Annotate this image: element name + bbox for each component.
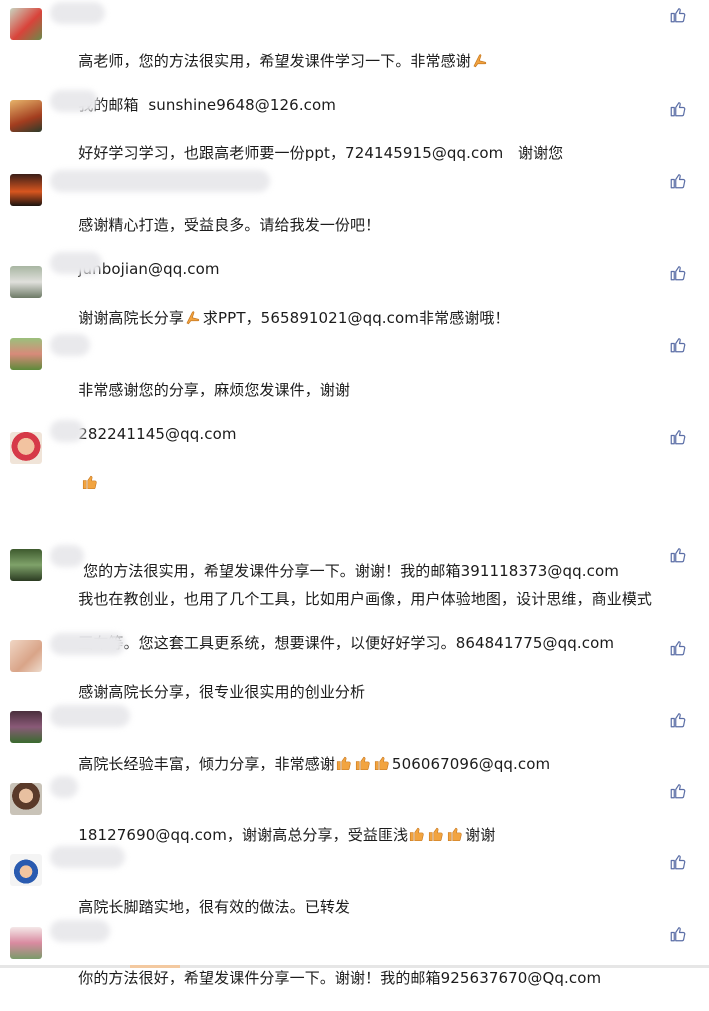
thumbs-up-outline-icon[interactable] [669,782,687,800]
username-blurred [50,846,125,868]
thumbs-up-outline-icon[interactable] [669,546,687,564]
thumbs-up-outline-icon[interactable] [669,264,687,282]
comment-text-line: 506067096@qq.com [391,755,551,773]
avatar[interactable] [10,174,42,206]
thumbs-up-outline-icon[interactable] [669,853,687,871]
username-blurred [50,633,125,655]
comment-text-line: 好好学习学习，也跟高老师要一份ppt，724145915@qq.com 谢谢您 [78,144,564,162]
comment-text-line: 高老师，您的方法很实用，希望发课件学习一下。非常感谢 [78,52,471,70]
username-blurred [50,420,84,442]
thumbs-up-outline-icon[interactable] [669,428,687,446]
username-blurred [50,90,98,112]
username-blurred [50,2,105,24]
pray-emoji-icon [186,311,200,325]
thumbs-up-emoji-icon [429,827,443,842]
comment-text-line: 非常感谢您的分享，麻烦您发课件，谢谢 [78,381,351,399]
comment-text: 18127690@qq.com，谢谢高总分享，受益匪浅 谢谢 [49,802,687,868]
comment-text-line: 感谢高院长分享，很专业很实用的创业分析 [78,683,366,701]
username-blurred [50,776,78,798]
comment-text-line: 高院长经验丰富，倾力分享，非常感谢 [78,755,335,773]
comment-text: 感谢高院长分享，很专业很实用的创业分析 [49,659,687,725]
avatar[interactable] [10,266,42,298]
comment-text-line: 感谢精心打造，受益良多。请给我发一份吧！ [78,216,381,234]
username-blurred [50,705,130,727]
pray-emoji-icon [473,54,487,68]
username-blurred [50,252,102,274]
comment-text-line: 高院长脚踏实地，很有效的做法。已转发 [78,898,351,916]
thumbs-up-emoji-icon [83,475,97,490]
avatar[interactable] [10,100,42,132]
username-blurred [50,334,90,356]
thumbs-up-emoji-icon [448,827,462,842]
comment-text-line: 我的邮箱 sunshine9648@126.com [78,96,337,114]
thumbs-up-emoji-icon [336,756,351,771]
thumbs-up-outline-icon[interactable] [669,925,687,943]
avatar[interactable] [10,783,42,815]
thumbs-up-emoji-icon [355,756,370,771]
thumbs-up-emoji-icon [410,827,424,842]
avatar[interactable] [10,640,42,672]
thumbs-up-outline-icon[interactable] [669,711,687,729]
comment-text-line: 18127690@qq.com，谢谢高总分享，受益匪浅 [78,826,409,844]
comment-text: 谢谢高院长分享 求PPT，565891021@qq.com非常感谢哦！ [49,285,687,351]
avatar[interactable] [10,8,42,40]
username-blurred [50,170,270,192]
comment-text-line: 谢谢高院长分享 [78,309,184,327]
comment-list: 高老师，您的方法很实用，希望发课件学习一下。非常感谢 我的邮箱 sunshine… [0,0,709,987]
username-blurred [50,545,84,567]
username-blurred [50,920,110,942]
comment-text-line: 你的方法很好，希望发课件分享一下。谢谢！我的邮箱925637670@Qq.com [78,969,602,987]
thumbs-up-outline-icon[interactable] [669,6,687,24]
comment-text-line: 282241145@qq.com [78,425,237,443]
comment-text-line: 谢谢 [465,826,496,844]
comment-text: 你的方法很好，希望发课件分享一下。谢谢！我的邮箱925637670@Qq.com [49,945,687,1011]
avatar[interactable] [10,711,42,743]
avatar[interactable] [10,338,42,370]
avatar[interactable] [10,549,42,581]
thumbs-up-emoji-icon [374,756,389,771]
comment-text: 高院长经验丰富，倾力分享，非常感谢 506067096@qq.com [49,731,687,797]
thumbs-up-outline-icon[interactable] [669,639,687,657]
comment-text: 高院长脚踏实地，很有效的做法。已转发 [49,874,687,940]
comment-text-line: 求PPT，565891021@qq.com非常感谢哦！ [202,309,510,327]
avatar[interactable] [10,432,42,464]
thumbs-up-outline-icon[interactable] [669,336,687,354]
comment-text-line: 画布等。您这套工具更系统，想要课件，以便好好学习。864841775@qq.co… [78,634,615,652]
comment-text-line: 我也在教创业，也用了几个工具，比如用户画像，用户体验地图，设计思维，商业模式 [78,590,653,608]
avatar[interactable] [10,927,42,959]
thumbs-up-outline-icon[interactable] [669,100,687,118]
thumbs-up-outline-icon[interactable] [669,172,687,190]
avatar[interactable] [10,854,42,886]
